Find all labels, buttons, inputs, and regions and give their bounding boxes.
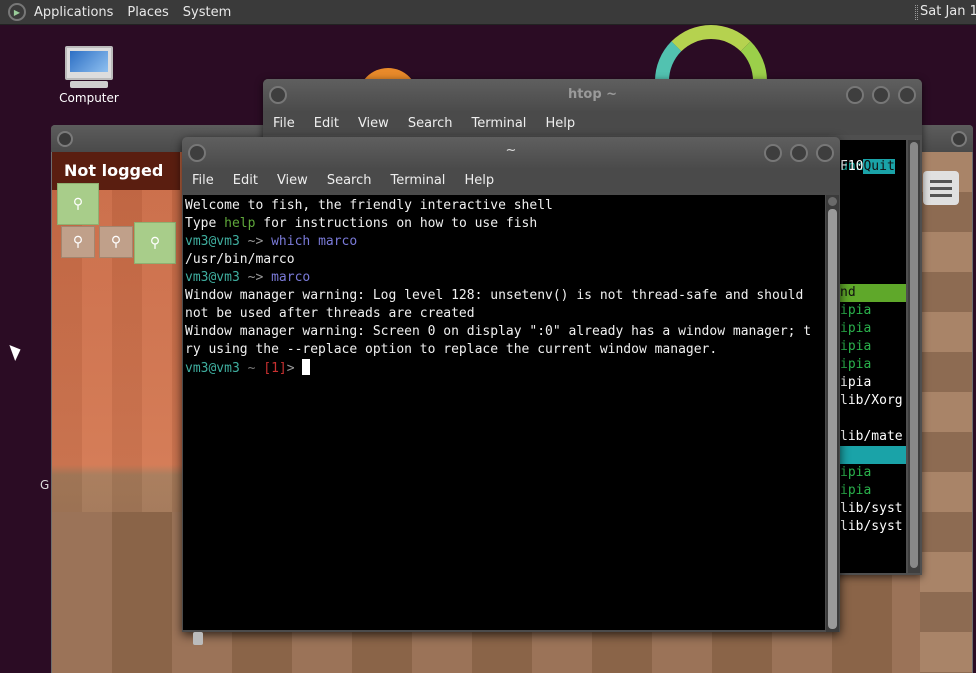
terminal-line: Welcome to fish, the friendly interactiv… bbox=[185, 198, 553, 213]
terminal-line: vm3@vm3 ~> which marco bbox=[185, 234, 358, 249]
terminal-menu-file[interactable]: File bbox=[192, 173, 214, 188]
htop-line bbox=[840, 176, 906, 194]
htop-line bbox=[840, 230, 906, 248]
htop-line: ipia bbox=[840, 465, 872, 480]
tool-icon: ⚲ bbox=[72, 234, 84, 250]
terminal-window-title: ~ bbox=[505, 143, 517, 158]
computer-icon bbox=[65, 46, 113, 80]
htop-line: ipia bbox=[840, 483, 872, 498]
htop-line bbox=[840, 140, 906, 158]
terminal-prompt-line[interactable]: vm3@vm3 ~ [1]> bbox=[185, 359, 823, 377]
terminal-output[interactable]: Welcome to fish, the friendly interactiv… bbox=[183, 195, 825, 630]
terminal-window-menu-icon[interactable] bbox=[188, 144, 206, 162]
terminal-maximize-icon[interactable] bbox=[790, 144, 808, 162]
tool-icon: ⚲ bbox=[149, 235, 161, 251]
panel-separator bbox=[915, 5, 918, 20]
terminal-line: vm3@vm3 ~> marco bbox=[185, 270, 311, 285]
htop-line: ipia bbox=[840, 321, 872, 336]
terminal-line: not be used after threads are created bbox=[185, 306, 475, 321]
htop-menu-edit[interactable]: Edit bbox=[314, 116, 339, 131]
htop-footer-quit[interactable]: Quit bbox=[863, 159, 895, 174]
htop-menu-view[interactable]: View bbox=[358, 116, 389, 131]
htop-line: lib/syst bbox=[840, 501, 903, 516]
htop-footer-key[interactable]: F10 bbox=[840, 159, 863, 174]
hamburger-menu-icon[interactable] bbox=[923, 171, 959, 205]
mouse-cursor-icon bbox=[9, 341, 24, 362]
desktop-stray-text: G bbox=[40, 478, 50, 492]
computer-icon-label: Computer bbox=[59, 91, 119, 105]
htop-line bbox=[840, 194, 906, 212]
htop-line bbox=[840, 248, 906, 266]
text-cursor bbox=[302, 359, 311, 375]
tool-icon: ⚲ bbox=[110, 234, 122, 250]
htop-menu-file[interactable]: File bbox=[273, 116, 295, 131]
game-window-close-icon[interactable] bbox=[951, 131, 967, 147]
htop-line: lib/mate bbox=[840, 429, 903, 444]
terminal-menubar: File Edit View Search Terminal Help bbox=[182, 168, 840, 192]
clock[interactable]: Sat Jan 1 bbox=[920, 4, 976, 19]
terminal-menu-search[interactable]: Search bbox=[327, 173, 372, 188]
htop-line bbox=[840, 266, 906, 284]
htop-line: nd bbox=[840, 284, 906, 302]
htop-line: ipia bbox=[840, 357, 872, 372]
top-panel: ▶ Applications Places System Sat Jan 1 bbox=[0, 0, 976, 25]
htop-line bbox=[840, 212, 906, 230]
game-tile-selected[interactable]: ⚲ bbox=[57, 183, 99, 225]
game-tile[interactable]: ⚲ bbox=[99, 226, 133, 258]
game-tile[interactable]: ⚲ bbox=[134, 222, 176, 264]
system-menu[interactable]: System bbox=[183, 5, 231, 20]
htop-line: lib/Xorg bbox=[840, 393, 903, 408]
applications-menu[interactable]: Applications bbox=[34, 5, 113, 20]
htop-window-title: htop ~ bbox=[567, 87, 618, 102]
computer-desktop-icon[interactable]: Computer bbox=[56, 46, 122, 105]
resize-grip-icon[interactable] bbox=[193, 632, 203, 645]
terminal-line: ry using the --replace option to replace… bbox=[185, 342, 718, 357]
htop-scrollbar[interactable] bbox=[908, 140, 920, 573]
terminal-line: Window manager warning: Log level 128: u… bbox=[185, 288, 804, 303]
game-window-menu-icon[interactable] bbox=[57, 131, 73, 147]
htop-minimize-icon[interactable] bbox=[846, 86, 864, 104]
terminal-titlebar[interactable]: ~ bbox=[182, 137, 840, 168]
htop-menu-terminal[interactable]: Terminal bbox=[471, 116, 526, 131]
terminal-close-icon[interactable] bbox=[816, 144, 834, 162]
htop-maximize-icon[interactable] bbox=[872, 86, 890, 104]
htop-menubar: File Edit View Search Terminal Help bbox=[263, 111, 922, 135]
htop-titlebar[interactable]: htop ~ bbox=[263, 79, 922, 111]
htop-menu-help[interactable]: Help bbox=[545, 116, 575, 131]
terminal-menu-help[interactable]: Help bbox=[464, 173, 494, 188]
places-menu[interactable]: Places bbox=[127, 5, 168, 20]
htop-footer: F10Quit bbox=[840, 158, 906, 176]
htop-menu-search[interactable]: Search bbox=[408, 116, 453, 131]
terminal-line: Type help for instructions on how to use… bbox=[185, 216, 538, 231]
htop-window-menu-icon[interactable] bbox=[269, 86, 287, 104]
htop-line: ipia bbox=[840, 375, 872, 390]
mate-logo-icon[interactable]: ▶ bbox=[8, 3, 26, 21]
terminal-menu-terminal[interactable]: Terminal bbox=[390, 173, 445, 188]
terminal-scrollbar[interactable] bbox=[826, 195, 839, 632]
terminal-minimize-icon[interactable] bbox=[764, 144, 782, 162]
game-tile[interactable]: ⚲ bbox=[61, 226, 95, 258]
terminal-menu-edit[interactable]: Edit bbox=[233, 173, 258, 188]
htop-output[interactable]: unningndipiaipiaipiaipiaipialib/Xorglib/… bbox=[840, 140, 906, 573]
htop-line: lib/syst bbox=[840, 519, 903, 534]
htop-close-icon[interactable] bbox=[898, 86, 916, 104]
terminal-line: Window manager warning: Screen 0 on disp… bbox=[185, 324, 812, 339]
terminal-window[interactable]: ~ File Edit View Search Terminal Help We… bbox=[182, 137, 840, 632]
htop-line bbox=[840, 446, 906, 464]
htop-line: ipia bbox=[840, 339, 872, 354]
terminal-menu-view[interactable]: View bbox=[277, 173, 308, 188]
tool-icon: ⚲ bbox=[72, 196, 84, 212]
htop-line bbox=[840, 410, 906, 428]
terminal-line: /usr/bin/marco bbox=[185, 252, 295, 267]
htop-line: ipia bbox=[840, 303, 872, 318]
